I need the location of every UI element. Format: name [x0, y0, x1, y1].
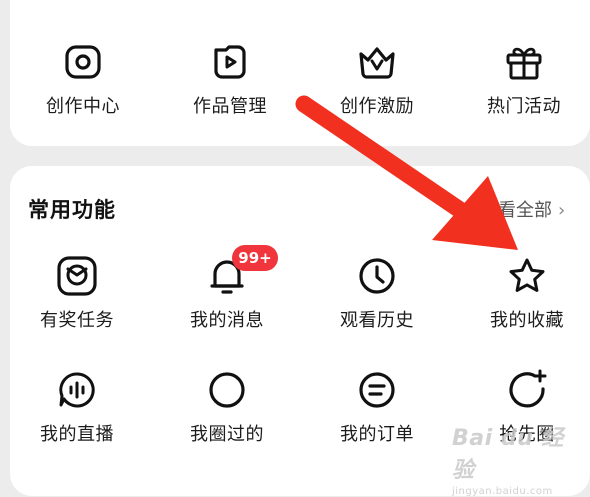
reward-icon [55, 254, 99, 298]
hot-events-label: 热门活动 [487, 96, 561, 117]
crown-icon [355, 40, 399, 84]
works-management-label: 作品管理 [193, 96, 267, 117]
star-icon [505, 254, 549, 298]
circle-plus-icon [505, 368, 549, 412]
my-circled-label: 我圈过的 [190, 424, 264, 445]
my-messages-label: 我的消息 [190, 310, 264, 331]
my-live-label: 我的直播 [40, 424, 114, 445]
watch-history-label: 观看历史 [340, 310, 414, 331]
watermark-sub: jingyan.baidu.com [452, 486, 553, 497]
creation-incentive-label: 创作激励 [340, 96, 414, 117]
my-favorites-label: 我的收藏 [490, 310, 564, 331]
see-all-label: 查看全部 [480, 200, 552, 221]
watermark: Bai du 经验 jingyan.baidu.com [452, 420, 580, 497]
camera-icon [61, 40, 105, 84]
section-title: 常用功能 [28, 198, 116, 222]
gift-icon [502, 40, 546, 84]
chevron-right-icon: › [558, 200, 566, 221]
my-orders-label: 我的订单 [340, 424, 414, 445]
reward-tasks-label: 有奖任务 [40, 310, 114, 331]
watermark-main: Bai du 经验 [452, 426, 564, 483]
order-icon [355, 368, 399, 412]
circle-icon [205, 368, 249, 412]
see-all-link[interactable]: 查看全部 › [480, 196, 565, 222]
unread-badge: 99+ [232, 245, 278, 271]
live-icon [55, 368, 99, 412]
play-icon [208, 40, 252, 84]
creation-center-label: 创作中心 [46, 96, 120, 117]
clock-icon [355, 254, 399, 298]
